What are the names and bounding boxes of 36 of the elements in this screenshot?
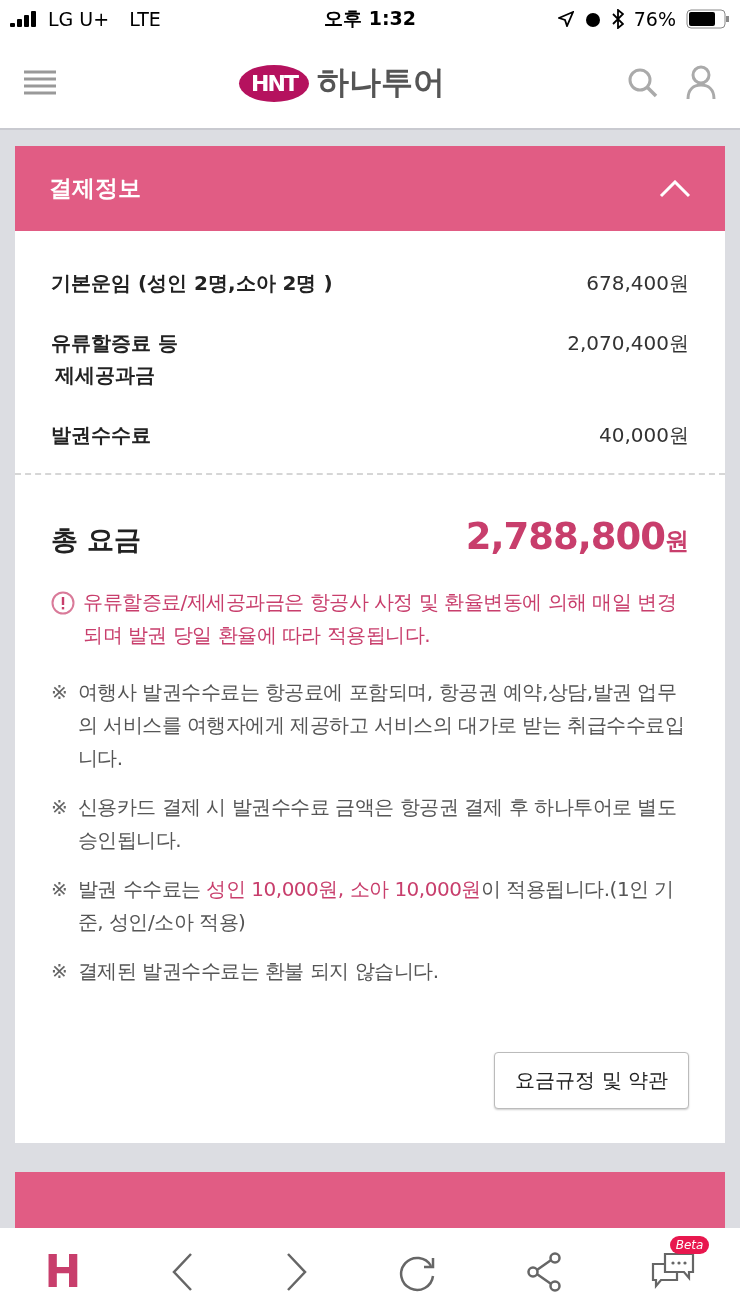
note-mark: ※ [51, 876, 68, 903]
fee-amount: 2,070,400원 [567, 330, 689, 357]
currency-unit: 원 [665, 527, 689, 555]
section-header[interactable]: 결제정보 [15, 146, 725, 231]
section-title: 결제정보 [49, 174, 141, 203]
bluetooth-icon [611, 9, 624, 29]
note-text: 신용카드 결제 시 발권수수료 금액은 항공권 결제 후 하나투어로 별도 승인됩니다. [77, 794, 678, 854]
battery-icon [686, 9, 730, 29]
fee-label: 유류할증료 등 제세공과금 [51, 330, 178, 389]
back-icon[interactable] [170, 1251, 195, 1292]
network-text: LTE [129, 8, 161, 30]
beta-badge: Beta [669, 1235, 710, 1254]
total-amount: 2,788,800 [465, 515, 665, 558]
location-icon [557, 11, 574, 27]
note-text: 여행사 발권수수료는 항공료에 포함되며, 항공권 예약,상담,발권 업무의 서비스를 여행자에게 제공하고 서비스의 대가로 받는 취급수수료입니다. [77, 679, 686, 772]
fee-label: 발권수수료 [51, 422, 151, 449]
note-text: 발권 수수료는 성인 10,000원, 소아 10,000원이 적용됩니다.(1인 기준, 성인/소아 적용) [77, 876, 675, 936]
note-mark: ※ [51, 794, 68, 821]
carrier-text: LG U+ [48, 8, 110, 30]
share-icon[interactable] [526, 1251, 563, 1292]
battery-text: 76% [633, 8, 676, 30]
total-label: 총 요금 [51, 523, 142, 557]
logo-text: 하나투어 [316, 62, 445, 103]
fee-amount: 678,400원 [586, 270, 689, 297]
logo-badge: HNT [239, 64, 309, 102]
home-button[interactable]: H [44, 1246, 82, 1297]
clock-text: 오후 1:32 [324, 7, 416, 29]
menu-icon[interactable] [24, 70, 56, 96]
warning-text: 유류할증료/제세공과금은 항공사 사정 및 환율변동에 의해 매일 변경되며 발권 당일 환율에 따라 적용됩니다. [83, 589, 678, 649]
terms-button[interactable]: 요금규정 및 약관 [494, 1052, 689, 1109]
note-mark: ※ [51, 958, 68, 985]
alert-icon [51, 591, 75, 615]
fee-amount: 40,000원 [599, 422, 689, 449]
note-text: 결제된 발권수수료는 환불 되지 않습니다. [77, 958, 439, 985]
fee-label: 기본운임 (성인 2명,소아 2명 ) [51, 270, 333, 297]
note-mark: ※ [51, 679, 68, 706]
